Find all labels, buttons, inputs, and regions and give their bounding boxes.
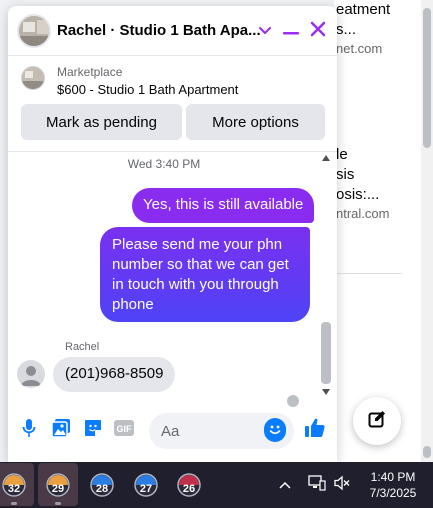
marketplace-listing-card: Marketplace $600 - Studio 1 Bath Apartme… [8, 57, 337, 152]
chat-window: Rachel · Studio 1 Bath Apa... Marketplac… [8, 6, 337, 462]
app-badge-count: 29 [51, 482, 65, 495]
bg-item-source: ntral.com [336, 206, 390, 221]
taskbar-app-button[interactable]: 27 [126, 463, 166, 506]
page-scrollbar-thumb[interactable] [423, 8, 431, 148]
minimize-icon [283, 22, 299, 40]
bg-item-title-line2[interactable]: sis [336, 165, 354, 185]
page-scrollbar-thumb-bottom [423, 446, 431, 458]
message-list: Wed 3:40 PM Yes, this is still available… [8, 152, 337, 407]
show-hidden-icons-button[interactable] [276, 476, 294, 494]
incoming-message[interactable]: (201)968-8509 [53, 357, 176, 392]
network-button[interactable] [308, 474, 326, 496]
sticker-icon [83, 418, 103, 443]
new-message-button[interactable] [353, 397, 401, 445]
divider [336, 273, 402, 274]
smiley-icon [264, 417, 286, 445]
app-badge-count: 26 [182, 482, 196, 495]
emoji-button[interactable] [264, 417, 286, 445]
chevron-up-icon [279, 476, 291, 494]
running-indicator [11, 502, 17, 505]
gif-icon: GIF [113, 419, 135, 442]
image-icon [51, 418, 71, 443]
minimize-button[interactable] [280, 20, 302, 42]
app-badge-count: 27 [139, 482, 153, 495]
bg-item-source: net.com [336, 41, 383, 56]
marketplace-label: Marketplace [57, 65, 123, 79]
bg-item-title[interactable]: le [336, 145, 348, 165]
weather-app-icon: 26 [177, 472, 201, 497]
sticker-button[interactable] [82, 419, 104, 441]
weather-app-icon: 27 [134, 472, 158, 497]
chat-options-button[interactable] [254, 20, 276, 42]
chat-title[interactable]: Rachel · Studio 1 Bath Apa... [57, 22, 261, 39]
taskbar-app-button[interactable]: 26 [169, 463, 209, 506]
speaker-muted-icon [333, 475, 351, 496]
bg-item-title-line3[interactable]: osis:... [336, 185, 379, 205]
taskbar: 32 29 28 27 26 1:40 PM 7/3/2025 [0, 462, 433, 508]
running-indicator [55, 502, 61, 505]
weather-app-icon: 32 [2, 472, 26, 497]
message-composer: GIF [8, 404, 337, 462]
scroll-down-arrow-icon[interactable] [322, 389, 330, 395]
sender-name: Rachel [65, 341, 100, 353]
like-button[interactable] [304, 417, 326, 444]
taskbar-app-button[interactable]: 32 [0, 463, 34, 506]
close-icon [310, 21, 326, 42]
taskbar-app-button[interactable]: 28 [82, 463, 122, 506]
clock-date: 7/3/2025 [369, 486, 417, 500]
app-badge-count: 32 [7, 482, 21, 495]
microphone-icon [22, 418, 36, 443]
close-button[interactable] [307, 20, 329, 42]
gif-button[interactable]: GIF [113, 419, 135, 441]
thumbs-up-icon [304, 417, 326, 444]
listing-thumbnail[interactable] [21, 66, 45, 90]
mark-as-pending-button[interactable]: Mark as pending [21, 104, 182, 140]
message-timestamp: Wed 3:40 PM [127, 157, 201, 171]
volume-button[interactable] [333, 475, 351, 496]
app-badge-count: 28 [95, 482, 109, 495]
bg-item-title-line2[interactable]: s... [336, 20, 356, 40]
system-clock[interactable]: 1:40 PM 7/3/2025 [362, 469, 424, 501]
weather-app-icon: 29 [46, 472, 70, 497]
outgoing-message[interactable]: Please send me your phn number so that w… [100, 227, 310, 322]
network-icon [308, 474, 326, 496]
voice-clip-button[interactable] [18, 418, 40, 443]
chevron-down-icon [259, 22, 271, 40]
svg-text:GIF: GIF [117, 424, 133, 434]
weather-app-icon: 28 [90, 472, 114, 497]
sender-avatar[interactable] [17, 360, 45, 388]
taskbar-app-button[interactable]: 29 [38, 463, 78, 506]
chat-scrollbar-thumb[interactable] [321, 322, 331, 384]
bg-item-title[interactable]: eatment [336, 0, 390, 20]
outgoing-message[interactable]: Yes, this is still available [132, 188, 315, 223]
listing-title[interactable]: $600 - Studio 1 Bath Apartment [57, 82, 238, 97]
background-content-column [334, 0, 433, 462]
more-options-button[interactable]: More options [186, 104, 325, 140]
scroll-up-arrow-icon[interactable] [322, 155, 330, 161]
listing-avatar[interactable] [17, 14, 51, 48]
attach-media-button[interactable] [50, 418, 72, 443]
compose-icon [367, 409, 387, 434]
chat-header[interactable]: Rachel · Studio 1 Bath Apa... [8, 6, 337, 56]
clock-time: 1:40 PM [370, 470, 416, 484]
